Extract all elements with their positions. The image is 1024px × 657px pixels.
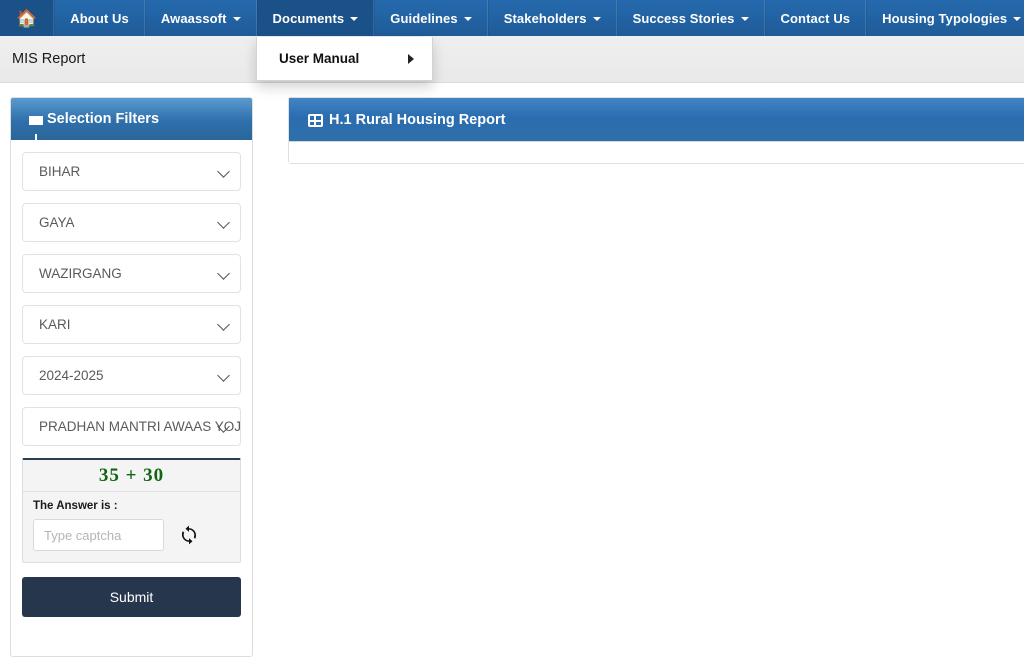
filter-panchayat-select[interactable]: KARI <box>22 305 241 344</box>
captcha-answer-area: The Answer is : <box>23 492 240 562</box>
chevron-down-icon <box>232 17 241 21</box>
filter-financial-year-wrap: 2024-2025 <box>22 356 241 395</box>
dropdown-item-user-manual[interactable]: User Manual <box>257 42 432 75</box>
filter-panchayat-wrap: KARI <box>22 305 241 344</box>
filter-district-select[interactable]: GAYA <box>22 203 241 242</box>
nav-label-stakeholders: Stakeholders <box>503 10 587 26</box>
rural-housing-report-panel: H.1 Rural Housing Report <box>288 97 1024 164</box>
selection-filters-title: Selection Filters <box>47 111 160 127</box>
report-panel-header: H.1 Rural Housing Report <box>289 98 1024 141</box>
filter-scheme-wrap: PRADHAN MANTRI AWAAS YOJANA - GRAMIN <box>22 407 241 446</box>
nav-label-guidelines: Guidelines <box>390 10 458 26</box>
selection-filters-panel: Selection Filters BIHAR GAYA WAZIRGANG K… <box>10 97 253 657</box>
chevron-down-icon <box>463 17 472 21</box>
home-icon: 🏠 <box>16 8 38 28</box>
captcha-input[interactable] <box>33 519 164 551</box>
nav-item-stakeholders[interactable]: Stakeholders <box>487 0 617 36</box>
nav-item-about-us[interactable]: About Us <box>54 0 145 36</box>
nav-item-contact-us[interactable]: Contact Us <box>764 0 867 36</box>
filter-state-wrap: BIHAR <box>22 152 241 191</box>
breadcrumb: MIS Report <box>12 51 86 67</box>
selection-filters-header: Selection Filters <box>11 98 252 140</box>
nav-item-home[interactable]: 🏠 <box>0 0 55 36</box>
submit-button[interactable]: Submit <box>22 577 241 617</box>
funnel-icon <box>29 115 43 140</box>
nav-label-contact-us: Contact Us <box>780 10 851 26</box>
filter-state-select[interactable]: BIHAR <box>22 152 241 191</box>
chevron-right-icon <box>408 53 414 64</box>
refresh-icon[interactable] <box>178 524 200 546</box>
filter-district-wrap: GAYA <box>22 203 241 242</box>
chevron-down-icon <box>740 17 749 21</box>
report-panel-body <box>289 141 1024 163</box>
chevron-down-icon <box>592 17 601 21</box>
filter-financial-year-select[interactable]: 2024-2025 <box>22 356 241 395</box>
nav-item-guidelines[interactable]: Guidelines <box>374 0 488 36</box>
chevron-down-icon <box>1013 17 1022 21</box>
nav-item-success-stories[interactable]: Success Stories <box>616 0 765 36</box>
filter-block-wrap: WAZIRGANG <box>22 254 241 293</box>
captcha-question: 35 + 30 <box>23 460 240 492</box>
captcha-answer-label: The Answer is : <box>33 500 118 512</box>
captcha-panel: 35 + 30 The Answer is : <box>22 458 241 563</box>
filter-scheme-select[interactable]: PRADHAN MANTRI AWAAS YOJANA - GRAMIN <box>22 407 241 446</box>
documents-dropdown-menu: User Manual <box>256 37 433 81</box>
nav-item-documents[interactable]: Documents <box>256 0 375 36</box>
selection-filters-body: BIHAR GAYA WAZIRGANG KARI 2024-2025 PRAD <box>11 140 252 617</box>
nav-label-awaassoft: Awaassoft <box>160 10 227 26</box>
dropdown-item-label: User Manual <box>279 51 360 66</box>
nav-item-housing-typologies[interactable]: Housing Typologies <box>866 0 1024 36</box>
nav-label-housing-typologies: Housing Typologies <box>882 10 1008 26</box>
nav-label-about-us: About Us <box>70 10 129 26</box>
table-grid-icon <box>308 114 323 127</box>
filter-block-select[interactable]: WAZIRGANG <box>22 254 241 293</box>
page-canvas: Selection Filters BIHAR GAYA WAZIRGANG K… <box>0 84 1024 657</box>
chevron-down-icon <box>350 17 359 21</box>
captcha-input-row <box>33 519 230 551</box>
nav-item-awaassoft[interactable]: Awaassoft <box>144 0 257 36</box>
breadcrumb-bar: MIS Report <box>0 36 1024 83</box>
report-panel-title: H.1 Rural Housing Report <box>329 111 506 128</box>
main-navbar: 🏠 About Us Awaassoft Documents Guideline… <box>0 0 1024 36</box>
nav-label-success-stories: Success Stories <box>632 10 735 26</box>
nav-label-documents: Documents <box>272 10 345 26</box>
